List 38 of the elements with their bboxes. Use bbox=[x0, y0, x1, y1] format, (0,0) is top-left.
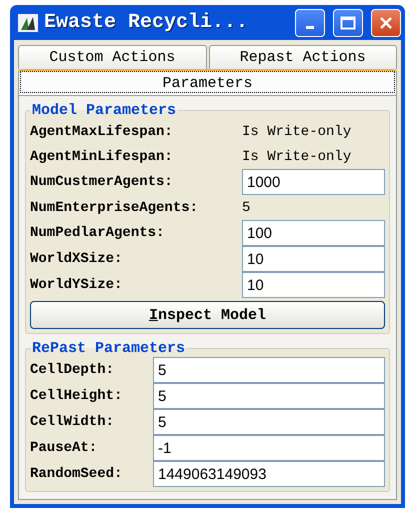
field-value: Is Write-only bbox=[242, 148, 352, 164]
input-field[interactable]: 10 bbox=[242, 272, 385, 298]
window-title: Ewaste Recycli... bbox=[44, 11, 250, 34]
group-title: RePast Parameters bbox=[31, 340, 186, 357]
input-field[interactable]: 10 bbox=[242, 246, 385, 272]
tab[interactable]: Repast Actions bbox=[208, 45, 397, 69]
field-label: PauseAt: bbox=[30, 440, 98, 456]
field-label: WorldXSize: bbox=[30, 251, 124, 267]
field-label: CellWidth: bbox=[30, 414, 116, 430]
input-field[interactable]: -1 bbox=[153, 435, 385, 461]
input-field[interactable]: 1000 bbox=[242, 169, 385, 195]
field-label: RandomSeed: bbox=[30, 466, 124, 482]
field-value: Is Write-only bbox=[242, 124, 352, 140]
app-icon bbox=[18, 14, 38, 32]
close-button[interactable] bbox=[371, 8, 401, 36]
close-icon bbox=[378, 14, 394, 30]
field-value: 5 bbox=[242, 200, 250, 216]
maximize-button[interactable] bbox=[333, 8, 363, 36]
maximize-icon bbox=[340, 16, 356, 30]
input-field[interactable]: 1449063149093 bbox=[153, 461, 385, 487]
field-label: NumPedlarAgents: bbox=[30, 225, 166, 241]
field-label: CellHeight: bbox=[30, 388, 124, 404]
input-field[interactable]: 5 bbox=[153, 409, 385, 435]
group-title: Model Parameters bbox=[31, 102, 178, 119]
tab[interactable]: Custom Actions bbox=[18, 45, 206, 69]
inspect-model-button[interactable]: Inspect Model bbox=[30, 301, 385, 329]
minimize-icon bbox=[306, 26, 314, 29]
field-label: AgentMaxLifespan: bbox=[30, 124, 174, 140]
input-field[interactable]: 100 bbox=[242, 220, 385, 246]
tab[interactable]: Parameters bbox=[18, 69, 397, 95]
input-field[interactable]: 5 bbox=[153, 383, 385, 409]
field-label: NumEnterpriseAgents: bbox=[30, 200, 200, 216]
field-label: CellDepth: bbox=[30, 362, 116, 378]
minimize-button[interactable] bbox=[295, 8, 325, 36]
input-field[interactable]: 5 bbox=[153, 357, 385, 383]
field-label: NumCustmerAgents: bbox=[30, 174, 174, 190]
field-label: WorldYSize: bbox=[30, 277, 124, 293]
field-label: AgentMinLifespan: bbox=[30, 148, 174, 164]
